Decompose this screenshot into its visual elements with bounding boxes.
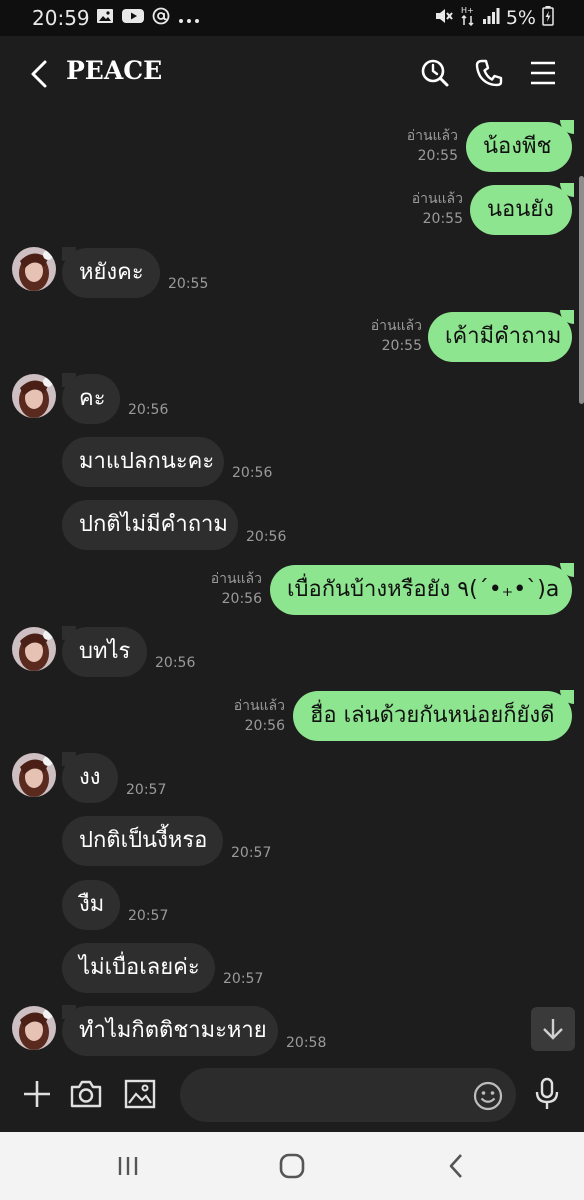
message-bubble-outgoing[interactable]: น้องพีช [466,122,572,172]
read-receipt: อ่านแล้ว [406,128,458,144]
status-bar: 20:59 H+ 5% [0,0,584,36]
menu-icon [531,61,555,85]
message-bubble-incoming[interactable]: บทไร [62,627,147,677]
contact-avatar[interactable] [12,1006,56,1050]
message-bubble-incoming[interactable]: ปกติไม่มีคำถาม [62,500,238,550]
message-time: 20:56 [128,402,169,418]
message-time: 20:55 [168,276,209,292]
chat-title: PEACE [66,56,163,85]
more-dots-icon [178,9,200,28]
message-time: 20:57 [126,782,167,798]
camera-icon [70,1080,102,1108]
message-bubble-incoming[interactable]: ปกติเป็นงี้หรอ [62,816,223,866]
message-input[interactable] [180,1068,516,1122]
message-bubble-incoming[interactable]: มาแปลกนะคะ [62,437,224,487]
message-time: 20:57 [231,845,272,861]
message-time: 20:55 [381,338,422,354]
message-time: 20:57 [223,971,264,987]
message-time: 20:56 [221,591,262,607]
read-receipt: อ่านแล้ว [233,698,285,714]
message-bubble-incoming[interactable]: งืม [62,880,120,930]
battery-charging-icon [542,6,554,30]
message-meta: อ่านแล้ว 20:56 [180,569,262,609]
back-button[interactable] [24,56,54,92]
camera-button[interactable] [66,1074,106,1114]
message-time: 20:56 [246,529,287,545]
gallery-button[interactable] [120,1074,160,1114]
message-meta: อ่านแล้ว 20:55 [380,126,458,166]
menu-button[interactable] [526,56,560,90]
home-icon [279,1153,305,1179]
message-meta: อ่านแล้ว 20:55 [380,189,463,229]
call-button[interactable] [472,56,506,90]
message-input-bar [0,1060,584,1132]
back-icon [31,60,47,88]
plus-icon [24,1081,50,1107]
message-time: 20:58 [286,1035,327,1051]
system-back-button[interactable] [436,1150,476,1182]
message-time: 20:57 [128,908,169,924]
message-bubble-incoming[interactable]: หยังคะ [62,248,160,298]
read-receipt: อ่านแล้ว [210,571,262,587]
recent-apps-button[interactable] [108,1150,148,1182]
add-button[interactable] [17,1074,57,1114]
scroll-to-bottom-button[interactable] [531,1007,575,1051]
signal-icon [482,7,500,29]
read-receipt: อ่านแล้ว [411,191,463,207]
contact-avatar[interactable] [12,627,56,671]
mic-icon [535,1077,559,1109]
contact-avatar[interactable] [12,247,56,291]
gallery-icon [96,8,114,28]
at-icon [152,7,170,29]
message-bubble-outgoing[interactable]: เค้ามีคำถาม [428,312,572,362]
message-time: 20:55 [417,148,458,164]
message-bubble-outgoing[interactable]: ฮื่อ เล่นด้วยกันหน่อยก็ยังดี [293,691,572,741]
voice-button[interactable] [527,1074,567,1114]
message-bubble-outgoing[interactable]: เบื่อกันบ้างหรือยัง ٩(´•₊•`)a [270,565,572,615]
battery-percent: 5% [505,7,536,29]
message-bubble-outgoing[interactable]: นอนยัง [470,185,572,235]
message-time: 20:56 [155,655,196,671]
message-bubble-incoming[interactable]: ไม่เบื่อเลยค่ะ [62,943,215,993]
contact-avatar[interactable] [12,753,56,797]
chat-header: PEACE [0,36,584,112]
status-time: 20:59 [32,6,90,30]
system-nav-bar [0,1132,584,1200]
read-receipt: อ่านแล้ว [370,318,422,334]
contact-avatar[interactable] [12,374,56,418]
recent-apps-icon [118,1157,138,1175]
home-button[interactable] [272,1150,312,1182]
data-arrows-icon: H+ [460,5,476,31]
message-meta: อ่านแล้ว 20:56 [200,696,285,736]
youtube-icon [122,8,144,28]
chat-scrollbar[interactable] [579,176,584,404]
message-time: 20:55 [422,211,463,227]
status-right-icons: H+ 5% [434,6,554,30]
message-meta: อ่านแล้ว 20:55 [340,316,422,356]
nav-back-icon [449,1154,462,1178]
emoji-icon [473,1081,503,1111]
search-button[interactable] [418,56,452,90]
message-bubble-incoming[interactable]: งง [62,753,118,803]
message-time: 20:56 [244,718,285,734]
emoji-button[interactable] [472,1080,504,1112]
message-bubble-incoming[interactable]: คะ [62,374,120,424]
mute-icon [434,7,454,29]
image-icon [124,1079,156,1109]
phone-icon [475,59,503,87]
arrow-down-icon [543,1019,563,1040]
message-time: 20:56 [232,465,273,481]
status-left-icons [96,6,200,30]
search-icon [421,59,449,87]
network-type-label: H+ [461,6,474,15]
message-bubble-incoming[interactable]: ทำไมกิตติชามะหาย [62,1006,278,1056]
